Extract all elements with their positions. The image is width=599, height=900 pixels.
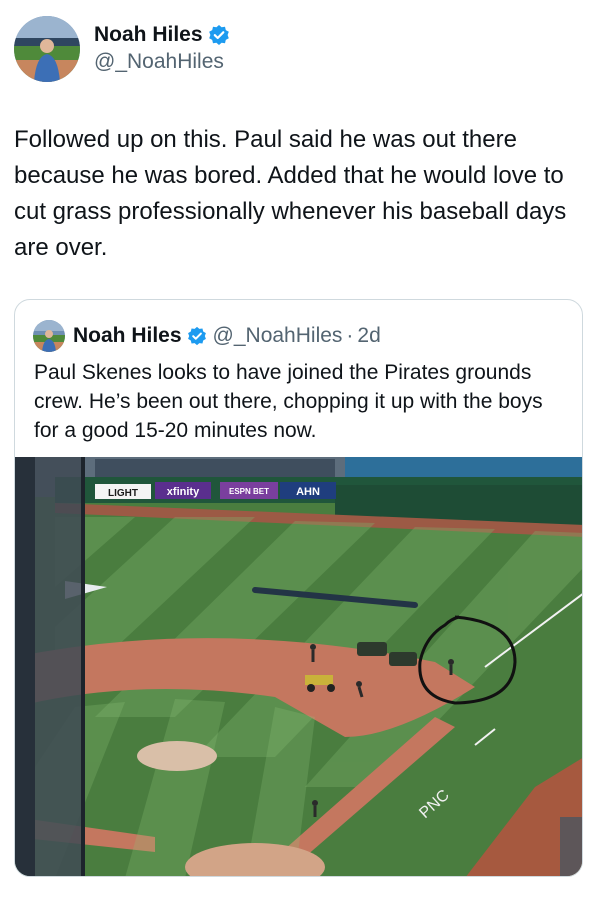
quoted-verified-badge-icon <box>187 326 207 346</box>
tweet-text: Followed up on this. Paul said he was ou… <box>14 126 567 261</box>
ballpark-photo: LIGHT xfinity ESPN BET AHN PNC <box>15 457 582 876</box>
quoted-author-display-name: Noah Hiles <box>73 324 182 347</box>
sign-espn-bet: ESPN BET <box>229 487 269 496</box>
quoted-tweet-text: Paul Skenes looks to have joined the Pir… <box>34 361 543 442</box>
sign-light: LIGHT <box>108 488 138 499</box>
quoted-author-handle: @_NoahHiles <box>212 324 343 347</box>
author-avatar[interactable] <box>14 16 80 82</box>
quoted-author-avatar <box>33 320 65 352</box>
sign-xfinity: xfinity <box>167 486 200 498</box>
quoted-separator: · <box>346 324 354 347</box>
quoted-timestamp: 2d <box>357 324 381 347</box>
quoted-tweet-header: Noah Hiles @_NoahHiles · 2d <box>33 320 381 352</box>
author-handle[interactable]: @_NoahHiles <box>94 48 230 76</box>
tweet-author[interactable]: Noah Hiles @_NoahHiles <box>14 16 230 82</box>
avatar-photo-icon <box>14 16 80 82</box>
sign-ahn: AHN <box>296 486 320 498</box>
verified-badge-icon <box>208 24 230 46</box>
author-display-name[interactable]: Noah Hiles <box>94 22 203 48</box>
quoted-tweet-photo[interactable]: LIGHT xfinity ESPN BET AHN PNC <box>15 457 582 876</box>
quoted-avatar-photo-icon <box>33 320 65 352</box>
quoted-tweet-card[interactable]: Noah Hiles @_NoahHiles · 2d Paul Skenes … <box>14 299 583 877</box>
